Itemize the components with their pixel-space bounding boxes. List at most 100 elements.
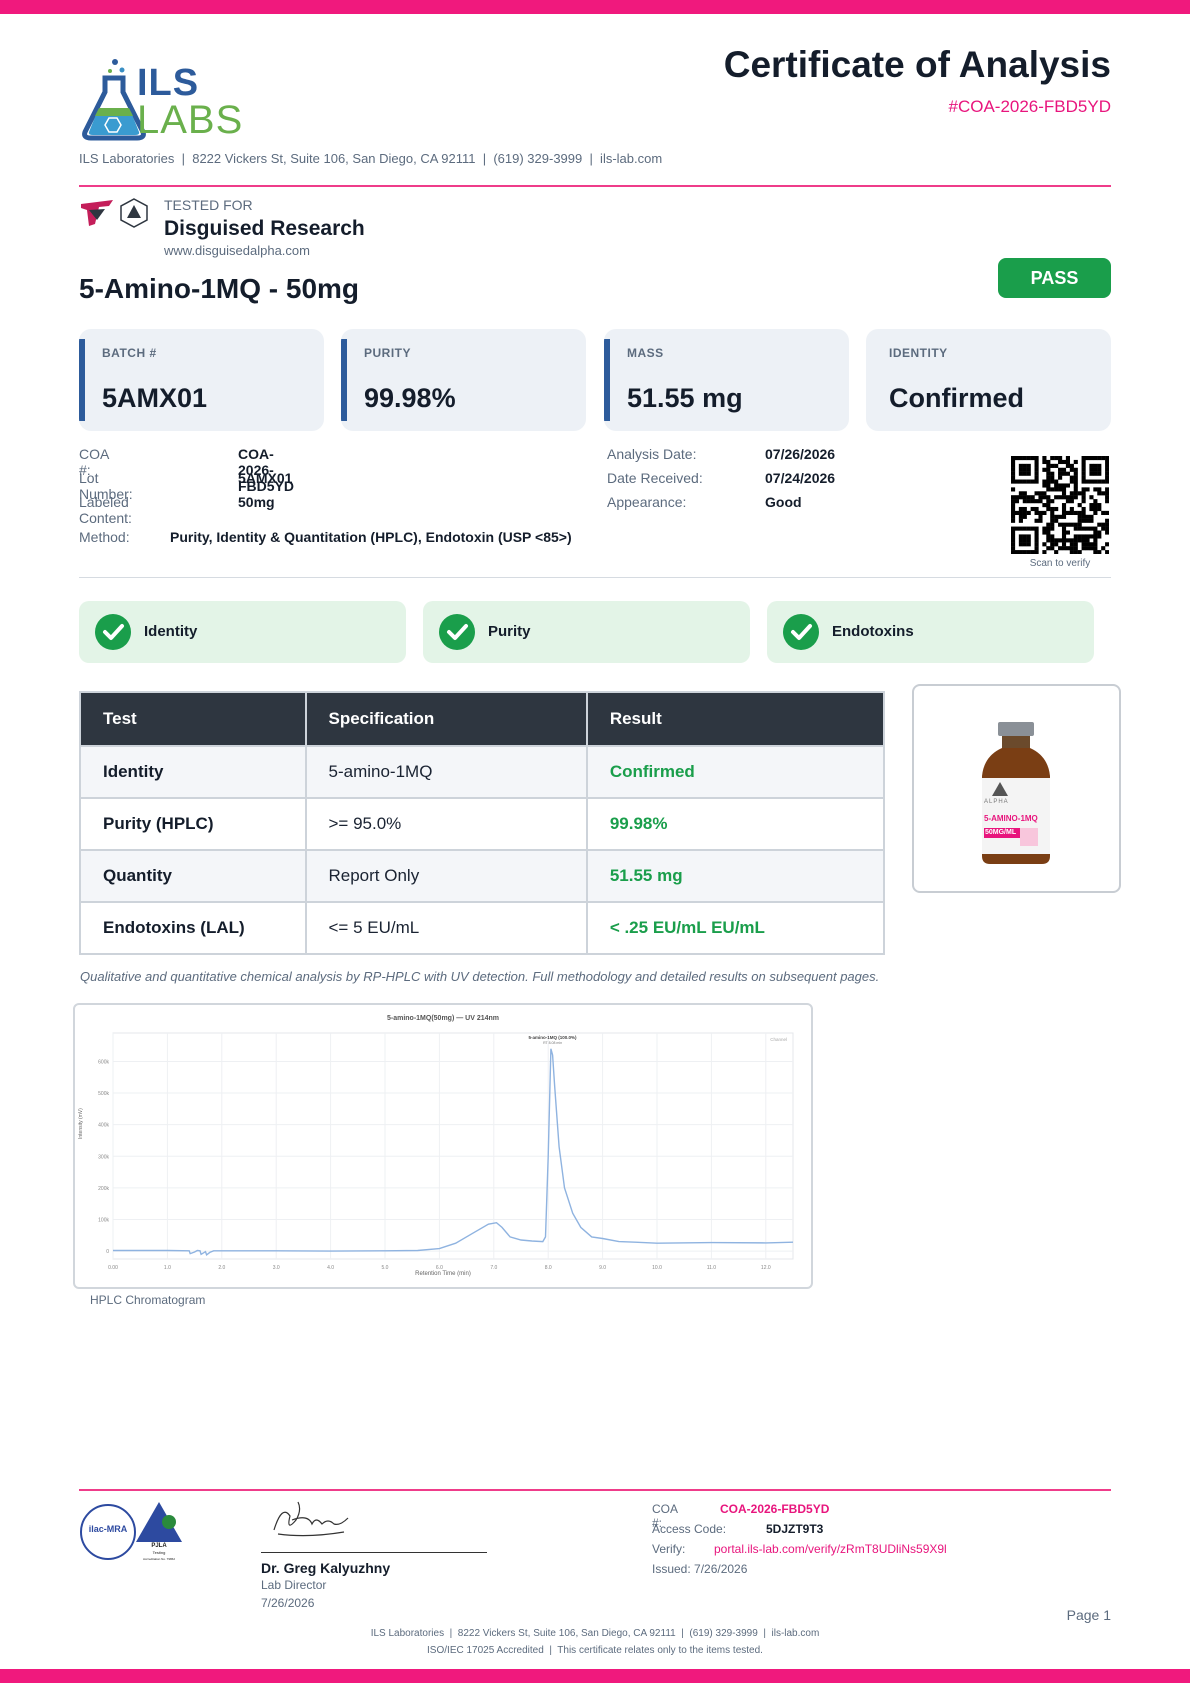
- qr-module: [1050, 506, 1055, 512]
- detail-value: 07/26/2026: [765, 446, 836, 462]
- qr-module: [1050, 487, 1055, 492]
- qr-finder-module: [1081, 459, 1086, 465]
- qr-module: [1046, 546, 1051, 551]
- qr-module: [1050, 518, 1055, 523]
- check-card-purity: Purity: [423, 601, 750, 663]
- qr-module: [1069, 467, 1074, 472]
- y-tick-label: 0: [106, 1249, 109, 1255]
- qr-module: [1061, 471, 1067, 476]
- qr-module: [1050, 538, 1055, 543]
- table-row: Identity 5-amino-1MQ Confirmed: [79, 745, 886, 799]
- qr-finder-module: [1030, 550, 1035, 554]
- check-label: Endotoxins: [832, 623, 914, 640]
- qr-finder-module: [1093, 463, 1098, 468]
- qr-module: [1038, 518, 1043, 523]
- vial-product-name: 5-AMINO-1MQ: [984, 814, 1038, 823]
- qr-finder-module: [1011, 550, 1016, 554]
- qr-module: [1034, 518, 1039, 523]
- qr-finder-module: [1026, 538, 1031, 543]
- check-label: Identity: [144, 623, 198, 640]
- tested-for-label: TESTED FOR: [164, 197, 253, 213]
- qr-module: [1089, 546, 1094, 551]
- qr-module: [1050, 463, 1055, 468]
- qr-module: [1022, 510, 1027, 515]
- y-tick-label: 100k: [98, 1217, 109, 1223]
- qr-module: [1042, 550, 1047, 554]
- qr-module: [1105, 526, 1109, 531]
- lab-address-line: ILS Laboratories | 8222 Vickers St, Suit…: [79, 151, 663, 166]
- qr-module: [1101, 522, 1106, 527]
- qr-finder-module: [1014, 526, 1020, 531]
- qr-module: [1065, 538, 1070, 543]
- qr-module: [1054, 518, 1059, 523]
- top-accent-bar: [0, 0, 1190, 14]
- qr-module: [1011, 518, 1016, 523]
- qr-module: [1097, 487, 1102, 492]
- qr-finder-module: [1026, 471, 1031, 476]
- qr-module: [1089, 542, 1094, 547]
- qr-finder-module: [1089, 467, 1094, 472]
- qr-module: [1022, 506, 1027, 512]
- qr-module: [1085, 546, 1090, 551]
- qr-module: [1061, 467, 1067, 472]
- qr-module: [1073, 483, 1078, 488]
- qr-module: [1046, 538, 1051, 543]
- qr-module: [1077, 518, 1082, 523]
- qr-module: [1042, 510, 1047, 515]
- qr-module: [1089, 526, 1094, 531]
- qr-module: [1054, 456, 1059, 461]
- qr-finder-module: [1034, 538, 1039, 543]
- qr-module: [1046, 467, 1051, 472]
- qr-module: [1069, 475, 1074, 480]
- test-result: Confirmed: [585, 745, 886, 799]
- qr-finder-module: [1030, 456, 1035, 461]
- access-code-value: 5DJZT9T3: [766, 1522, 824, 1536]
- qr-finder-module: [1011, 546, 1016, 551]
- qr-module: [1089, 506, 1094, 512]
- qr-module: [1046, 534, 1051, 539]
- vial-brand: ALPHA: [984, 799, 1009, 805]
- qr-module: [1050, 479, 1055, 484]
- qr-finder-module: [1034, 479, 1039, 484]
- qr-finder-module: [1034, 546, 1039, 551]
- table-header-row: Test Specification Result: [79, 691, 886, 747]
- qr-module: [1073, 475, 1078, 480]
- qr-finder-module: [1081, 479, 1086, 484]
- qr-finder-module: [1018, 534, 1023, 539]
- qr-finder-module: [1093, 479, 1098, 484]
- footer-accreditation-line: ISO/IEC 17025 Accredited | This certific…: [427, 1645, 763, 1656]
- x-tick-label: 11.0: [707, 1265, 717, 1271]
- qr-finder-module: [1089, 479, 1094, 484]
- qr-module: [1069, 495, 1074, 500]
- qr-module: [1011, 514, 1016, 519]
- detail-value: 50mg: [238, 494, 275, 510]
- qr-module: [1058, 495, 1063, 500]
- qr-finder-module: [1014, 456, 1020, 461]
- signer-name: Dr. Greg Kalyuzhny: [261, 1560, 391, 1576]
- qr-finder-module: [1081, 456, 1086, 461]
- qr-module: [1073, 479, 1078, 484]
- qr-finder-module: [1011, 538, 1016, 543]
- verify-link[interactable]: portal.ils-lab.com/verify/zRmT8UDliNs59X…: [714, 1542, 947, 1556]
- verification-qr-code[interactable]: [1011, 456, 1109, 554]
- qr-module: [1014, 499, 1020, 504]
- footer-address-line: ILS Laboratories | 8222 Vickers St, Suit…: [370, 1628, 820, 1639]
- chart-caption: HPLC Chromatogram: [90, 1293, 206, 1307]
- qr-module: [1073, 487, 1078, 492]
- qr-finder-module: [1011, 542, 1016, 547]
- qr-module: [1042, 526, 1047, 531]
- qr-module: [1081, 487, 1086, 492]
- qr-module: [1042, 530, 1047, 535]
- qr-finder-module: [1022, 526, 1027, 531]
- qr-module: [1061, 522, 1067, 527]
- shield-wing-icon: [81, 200, 113, 226]
- qr-finder-module: [1022, 534, 1027, 539]
- qr-finder-module: [1034, 459, 1039, 465]
- qr-module: [1093, 542, 1098, 547]
- qr-module: [1050, 534, 1055, 539]
- qr-finder-module: [1026, 550, 1031, 554]
- qr-module: [1054, 483, 1059, 488]
- x-tick-label: 4.0: [327, 1265, 334, 1271]
- qr-finder-module: [1018, 526, 1023, 531]
- qr-module: [1058, 487, 1063, 492]
